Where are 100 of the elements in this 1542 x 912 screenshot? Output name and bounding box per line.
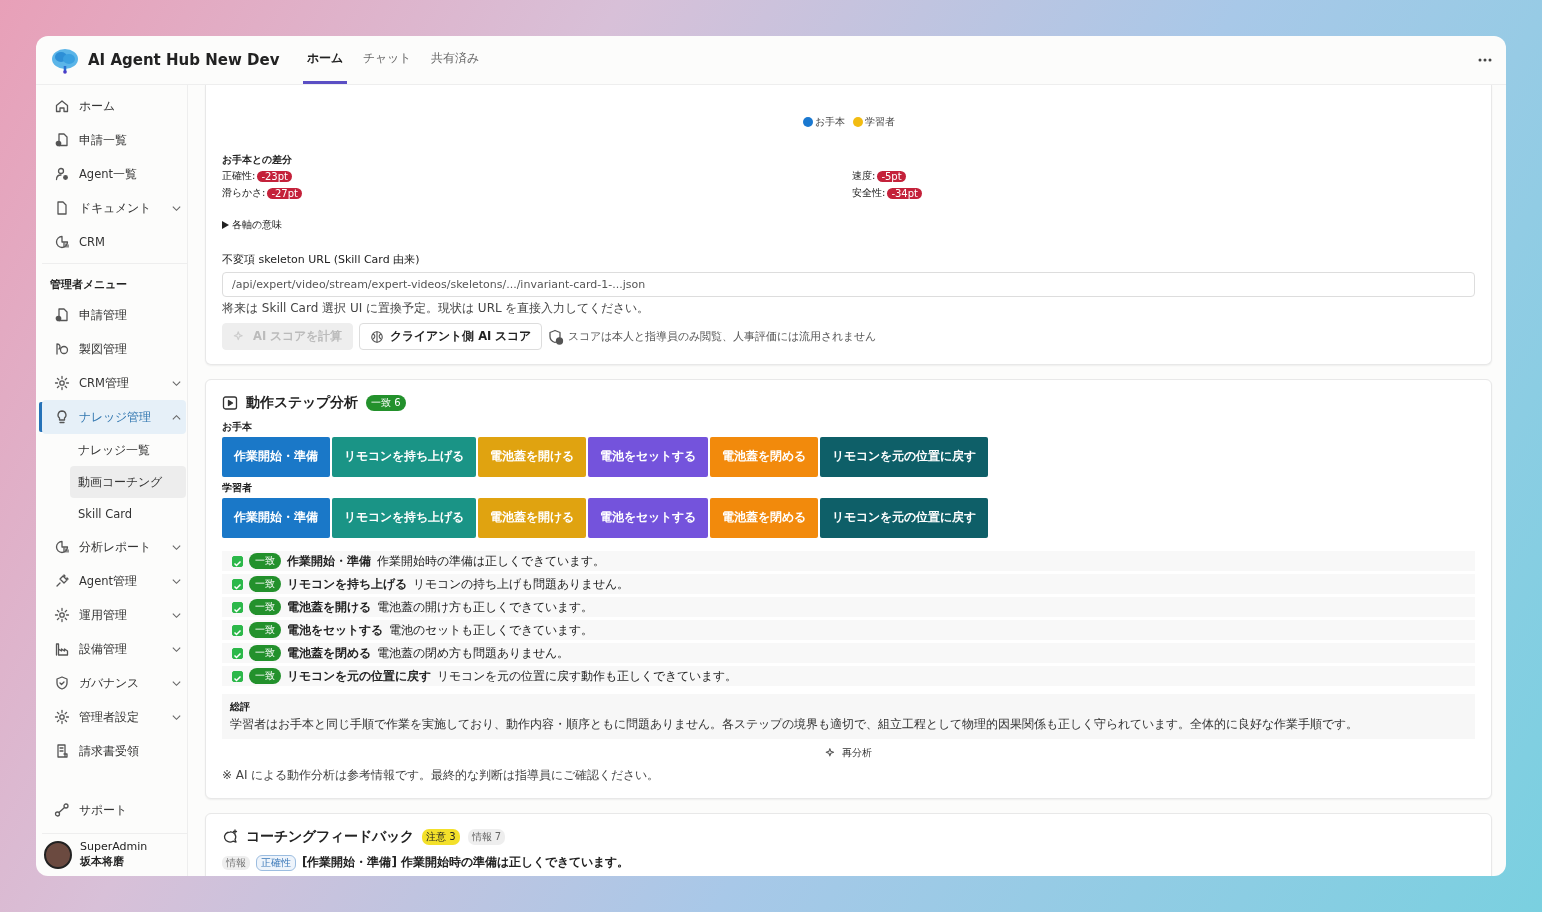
sidebar-item[interactable]: 分析レポート <box>42 530 186 564</box>
plug-icon <box>54 573 70 589</box>
sidebar-item[interactable]: 管理者設定 <box>42 700 186 734</box>
lightbulb-icon <box>54 409 70 425</box>
timeline-segment: 電池蓋を開ける <box>478 437 586 477</box>
metric-label: 速度: <box>852 169 876 183</box>
nav-tab[interactable]: チャット <box>359 36 416 84</box>
timeline-segment: 電池をセットする <box>588 437 708 477</box>
status-badge: 一致 <box>249 553 281 569</box>
support-icon <box>54 802 70 819</box>
receipt-icon <box>54 743 70 759</box>
timeline-segment: 電池蓋を開ける <box>478 498 586 538</box>
brain-logo-icon <box>50 46 80 74</box>
step-name: リモコンを元の位置に戻す <box>287 668 431 684</box>
shield-icon <box>54 675 70 691</box>
sidebar-subitem[interactable]: ナレッジ一覧 <box>42 434 186 466</box>
support-link[interactable]: サポート <box>42 793 186 828</box>
step-name: 電池蓋を閉める <box>287 645 371 661</box>
sidebar-item[interactable]: ガバナンス <box>42 666 186 700</box>
step-comment: 電池のセットも正しくできています。 <box>389 622 593 638</box>
timeline-segment: 作業開始・準備 <box>222 498 330 538</box>
sidebar-item[interactable]: 製図管理 <box>42 332 186 366</box>
timeline-segment: リモコンを元の位置に戻す <box>820 498 988 538</box>
timeline-segment: 電池蓋を閉める <box>710 437 818 477</box>
section-heading: お手本との差分 <box>222 153 293 167</box>
metric-label: 安全性: <box>852 186 886 200</box>
app-title: AI Agent Hub New Dev <box>88 51 280 69</box>
checkbox[interactable] <box>232 670 243 682</box>
legend-label: 学習者 <box>864 115 895 129</box>
drawing-tool-icon <box>54 341 70 357</box>
timeline-segment: リモコンを持ち上げる <box>332 437 476 477</box>
count-badge: 情報 7 <box>467 829 506 845</box>
factory-icon <box>54 641 70 657</box>
level-tag: 情報 <box>222 855 250 870</box>
document-check-icon <box>54 307 70 323</box>
sidebar-item[interactable]: CRM管理 <box>42 366 186 400</box>
more-icon[interactable] <box>1478 58 1492 62</box>
sidebar-item[interactable]: CRM <box>42 225 186 259</box>
chat-sparkle-icon <box>222 829 238 845</box>
status-badge: 一致 <box>249 645 281 661</box>
step-name: 作業開始・準備 <box>287 553 371 569</box>
sidebar-item[interactable]: 運用管理 <box>42 598 186 632</box>
disclosure-triangle-icon[interactable] <box>222 221 229 229</box>
step-comment: 電池蓋の閉め方も問題ありません。 <box>377 645 569 661</box>
user-icon <box>54 166 70 182</box>
sidebar-item[interactable]: 申請管理 <box>42 298 186 332</box>
sidebar-item[interactable]: ナレッジ管理 <box>42 400 186 434</box>
score-badge: -5pt <box>877 170 906 182</box>
sidebar-subitem[interactable]: 動画コーチング <box>70 466 186 498</box>
checkbox[interactable] <box>232 647 243 659</box>
section-heading: 管理者メニュー <box>42 263 187 298</box>
step-comment: 作業開始時の準備は正しくできています。 <box>377 553 605 569</box>
avatar <box>44 841 72 870</box>
timeline-segment: 電池をセットする <box>588 498 708 538</box>
step-name: 電池をセットする <box>287 622 383 638</box>
step-comment: リモコンを元の位置に戻す動作も正しくできています。 <box>437 668 737 684</box>
sidebar-subitem[interactable]: Skill Card <box>42 498 186 530</box>
summary-text: 学習者はお手本と同じ手順で作業を実施しており、動作内容・順序ともに問題ありません。各ステップの境界も適切で、組立工程として物理的因果関係も正しく守られています。全体的に良好な作業手順です。 <box>230 716 1359 733</box>
step-name: リモコンを持ち上げる <box>287 576 407 592</box>
step-comment: リモコンの持ち上げも問題ありません。 <box>413 576 629 592</box>
status-badge: 一致 <box>249 576 281 592</box>
timeline-segment: リモコンを持ち上げる <box>332 498 476 538</box>
metric-label: 正確性: <box>222 169 256 183</box>
timeline-label: お手本 <box>222 420 253 434</box>
sidebar-item[interactable]: 請求書受領 <box>42 734 186 768</box>
status-badge: 一致 <box>249 668 281 684</box>
timeline-label: 学習者 <box>222 481 253 495</box>
card-title: コーチングフィードバック <box>246 828 414 846</box>
card-title: 動作ステップ分析 <box>246 394 358 412</box>
document-check-icon <box>54 132 70 148</box>
feedback-text: [作業開始・準備] 作業開始時の準備は正しくできています。 <box>302 854 630 871</box>
legend-label: お手本 <box>814 115 845 129</box>
sidebar-item[interactable]: ドキュメント <box>42 191 186 225</box>
play-icon <box>222 395 238 411</box>
nav-tab[interactable]: 共有済み <box>427 36 484 84</box>
metric-label: 滑らかさ: <box>222 186 266 200</box>
reanalyze-button[interactable]: 再分析 <box>819 745 878 761</box>
sidebar-item[interactable]: 申請一覧 <box>42 123 186 157</box>
summary-heading: 総評 <box>230 700 251 714</box>
footnote: ※ AI による動作分析は参考情報です。最終的な判断は指導員にご確認ください。 <box>222 767 661 784</box>
shield-check-icon <box>548 328 565 345</box>
url-field[interactable]: /api/expert/video/stream/expert-videos/skeletons/.../invariant-card-1-...json <box>222 272 1475 297</box>
sidebar-item[interactable]: Agent管理 <box>42 564 186 598</box>
chart-icon <box>54 539 70 555</box>
field-label: 不変項 skeleton URL (Skill Card 由来) <box>222 252 421 267</box>
sidebar-item[interactable]: Agent一覧 <box>42 157 186 191</box>
status-badge: 一致 <box>249 599 281 615</box>
checkbox[interactable] <box>232 601 243 613</box>
checkbox[interactable] <box>232 578 243 590</box>
document-icon <box>54 200 70 216</box>
details-toggle[interactable]: 各軸の意味 <box>232 218 282 232</box>
checkbox[interactable] <box>232 555 243 567</box>
score-button[interactable]: クライアント側 AI スコア <box>359 323 543 350</box>
timeline-segment: 電池蓋を閉める <box>710 498 818 538</box>
user-name: SuperAdmin 坂本将磨 <box>80 840 148 870</box>
sidebar-item[interactable]: 設備管理 <box>42 632 186 666</box>
field-hint: 将来は Skill Card 選択 UI に置換予定。現状は URL を直接入力してください。 <box>222 300 651 317</box>
sidebar-item[interactable]: ホーム <box>42 89 186 123</box>
privacy-note: スコアは本人と指導員のみ閲覧、人事評価には流用されません <box>568 329 877 344</box>
checkbox[interactable] <box>232 624 243 636</box>
